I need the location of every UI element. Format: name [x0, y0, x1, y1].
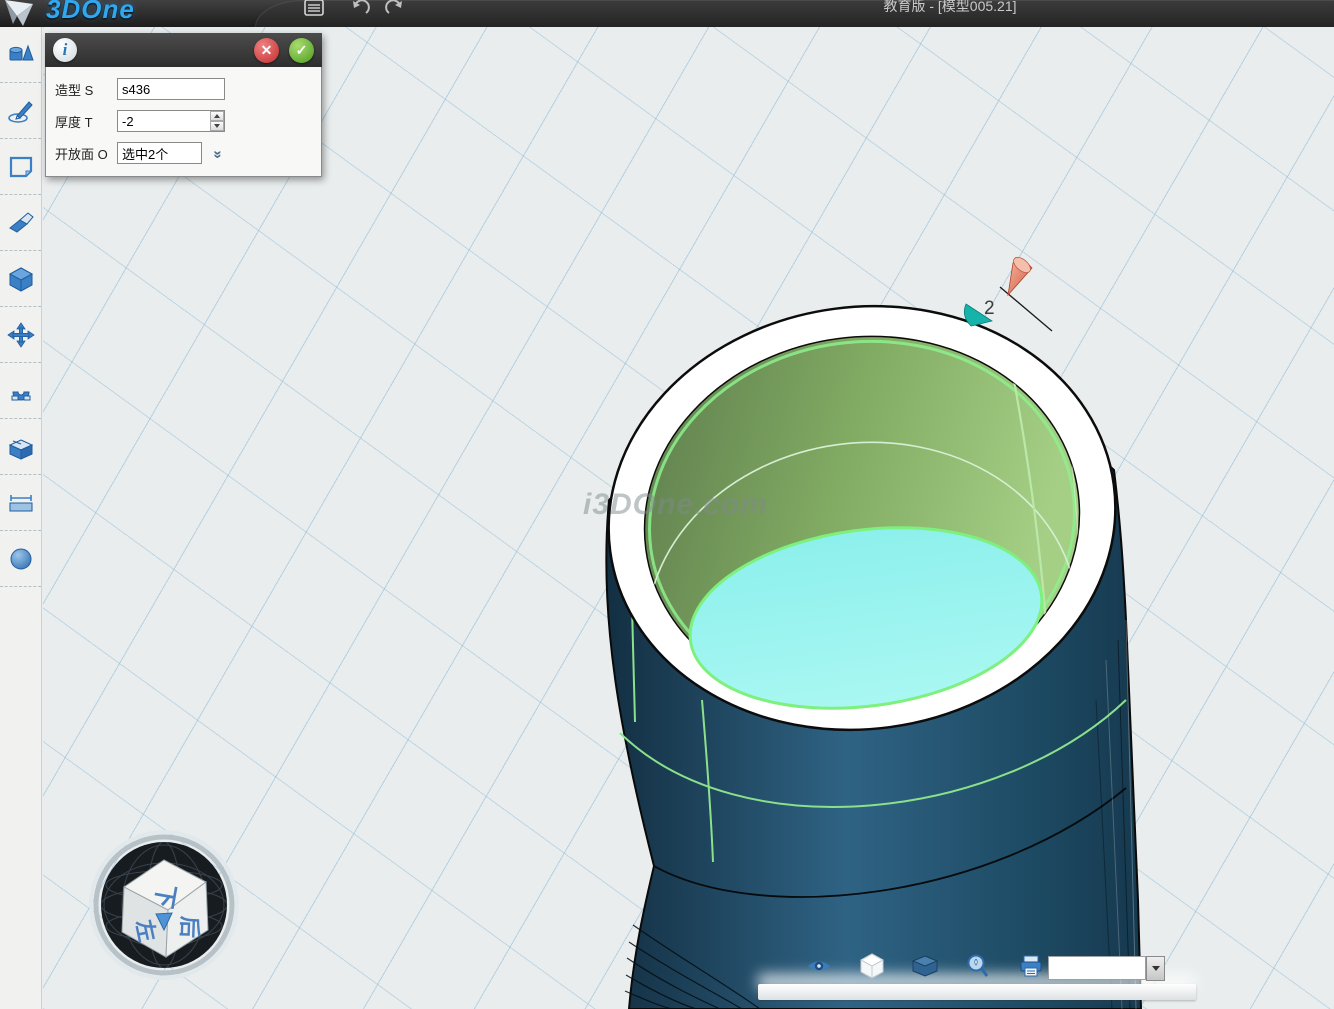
tool-measure[interactable]: [0, 475, 41, 531]
toolbar-shelf: [758, 984, 1196, 1000]
assembly-box-icon: [7, 434, 35, 460]
view-scale-dropdown[interactable]: [1048, 956, 1146, 980]
field-row-shape: 造型 S: [55, 78, 312, 100]
confirm-button[interactable]: ✓: [289, 38, 314, 63]
sketch-pen-icon: [7, 98, 35, 124]
dialog-header: i ✕ ✓: [45, 33, 322, 67]
expand-chevron-icon[interactable]: »: [208, 142, 228, 164]
spinner-down-button[interactable]: [210, 121, 224, 131]
view-cube-navigator[interactable]: 下 左 后: [88, 830, 240, 982]
document-icon[interactable]: [302, 0, 326, 19]
magnet-icon: [7, 378, 35, 404]
cancel-button[interactable]: ✕: [254, 38, 279, 63]
titlebar: 3DOne 教育版 - [模型005.21]: [0, 0, 1334, 27]
window-title: 教育版 - [模型005.21]: [700, 0, 1200, 16]
printer-icon: [1018, 954, 1044, 978]
shape-input[interactable]: [117, 78, 225, 100]
white-cube-icon: [860, 953, 884, 979]
open-faces-label: 开放面 O: [55, 144, 117, 163]
shaded-mode-button[interactable]: [912, 953, 938, 979]
tool-assembly[interactable]: [0, 419, 41, 475]
cube-label-right: 后: [177, 916, 203, 939]
shape-label: 造型 S: [55, 80, 117, 99]
visibility-button[interactable]: [806, 953, 832, 979]
thickness-input[interactable]: [117, 110, 225, 132]
feature-cube-icon: [7, 266, 35, 292]
field-row-thickness: 厚度 T: [55, 110, 312, 132]
magnifier-icon: [966, 953, 990, 979]
redo-icon[interactable]: [383, 0, 405, 19]
trim-eraser-icon: [7, 210, 35, 236]
open-faces-input[interactable]: [117, 142, 202, 164]
eye-icon: [806, 956, 832, 976]
display-toolbar: [806, 953, 1044, 979]
shaded-cube-icon: [912, 955, 938, 977]
spinner-up-button[interactable]: [210, 111, 224, 121]
tool-feature-modeling[interactable]: [0, 251, 41, 307]
tool-trim[interactable]: [0, 195, 41, 251]
app-logo-text: 3DOne: [46, 0, 135, 25]
tool-sketch-plane[interactable]: [0, 139, 41, 195]
tool-snap[interactable]: [0, 363, 41, 419]
print-button[interactable]: [1018, 953, 1044, 979]
move-arrows-icon: [7, 322, 35, 348]
render-sphere-icon: [7, 546, 35, 572]
cube-label-top: 下: [149, 882, 180, 910]
sidebar-toolbox: [0, 27, 42, 1009]
app-logo-icon: [3, 0, 43, 27]
tool-render[interactable]: [0, 531, 41, 587]
field-row-open-faces: 开放面 O »: [55, 142, 312, 164]
tool-sketch[interactable]: [0, 83, 41, 139]
zoom-button[interactable]: [965, 953, 991, 979]
tool-move[interactable]: [0, 307, 41, 363]
dialog-body: 造型 S 厚度 T 开放面 O »: [45, 67, 322, 177]
thickness-spinner: [210, 111, 224, 131]
info-button[interactable]: i: [53, 38, 77, 62]
dropdown-arrow-button[interactable]: [1146, 956, 1165, 981]
wireframe-mode-button[interactable]: [859, 953, 885, 979]
thickness-label: 厚度 T: [55, 112, 117, 131]
view-cube-svg: 下 左 后: [88, 830, 240, 982]
undo-icon[interactable]: [350, 0, 372, 19]
sketch-plane-icon: [7, 154, 35, 180]
measure-icon: [7, 490, 35, 516]
shell-dialog: i ✕ ✓ 造型 S 厚度 T 开放面 O »: [45, 33, 322, 177]
primitives-icon: [7, 42, 35, 68]
tool-primitives[interactable]: [0, 27, 41, 83]
